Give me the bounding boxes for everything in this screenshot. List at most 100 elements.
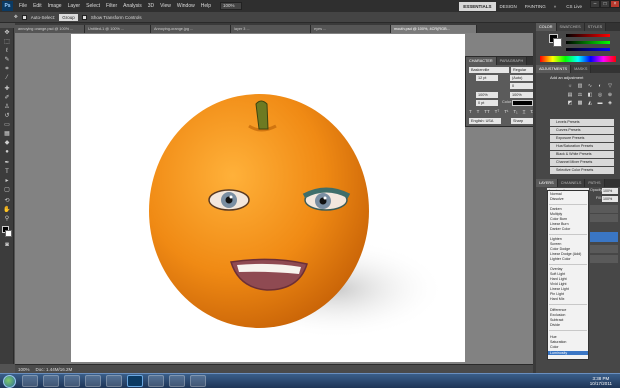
blend-lighten[interactable]: Lighten — [550, 237, 562, 241]
start-button[interactable] — [3, 374, 16, 388]
tab-color[interactable]: COLOR — [536, 23, 557, 31]
tab-character[interactable]: CHARACTER — [466, 57, 497, 65]
menu-edit[interactable]: Edit — [30, 3, 45, 9]
3d-rotate-tool-button[interactable]: ⟲ — [3, 198, 11, 205]
leading-field[interactable]: (Auto) — [510, 75, 533, 81]
eyedropper-tool-button[interactable]: ⁄ — [3, 75, 11, 82]
blend-color-burn[interactable]: Color Burn — [550, 217, 567, 221]
menu-file[interactable]: File — [16, 3, 30, 9]
layer-row[interactable] — [590, 205, 618, 213]
preset-hue-saturation[interactable]: Hue/Saturation Presets — [550, 143, 614, 150]
invert-icon[interactable]: ◩ — [566, 100, 574, 107]
horizontal-scale-field[interactable]: 100% — [510, 92, 533, 98]
tab-swatches[interactable]: SWATCHES — [556, 23, 585, 31]
taskbar-app-icon[interactable] — [190, 375, 206, 387]
adjustment-icons-grid[interactable]: ☼ ▥ ∿ ◐ ▽ ▤ ⚖ ◧ ◎ ⊕ ◩ ▩ ◭ ▬ ◈ — [566, 83, 614, 107]
tab-styles[interactable]: STYLES — [584, 23, 607, 31]
taskbar-explorer-icon[interactable] — [22, 375, 38, 387]
gradient-tool-button[interactable]: ▦ — [3, 131, 11, 138]
text-color-swatch[interactable] — [512, 100, 533, 106]
tab-layers[interactable]: LAYERS — [536, 179, 558, 187]
font-family-select[interactable]: Baskerville — [469, 67, 509, 73]
blend-difference[interactable]: Difference — [550, 308, 566, 312]
close-icon[interactable]: × — [610, 0, 620, 8]
brush-tool-button[interactable]: ✐ — [3, 95, 11, 102]
tab-channels[interactable]: CHANNELS — [557, 179, 586, 187]
shape-tool-button[interactable]: ▢ — [3, 187, 11, 194]
tracking-field[interactable]: 0 — [510, 83, 533, 89]
tab-paths[interactable]: PATHS — [585, 179, 605, 187]
blur-tool-button[interactable]: ◆ — [3, 140, 11, 147]
menu-help[interactable]: Help — [198, 3, 214, 9]
history-brush-tool-button[interactable]: ↺ — [3, 113, 11, 120]
preset-curves[interactable]: Curves Presets — [550, 127, 614, 134]
taskbar-app-icon[interactable] — [148, 375, 164, 387]
menu-3d[interactable]: 3D — [145, 3, 157, 9]
lasso-tool-button[interactable]: ℓ — [3, 48, 11, 55]
maximize-icon[interactable]: □ — [600, 0, 610, 8]
zoom-tool-button[interactable]: ⚲ — [3, 216, 11, 223]
menu-window[interactable]: Window — [174, 3, 198, 9]
quick-select-tool-button[interactable]: ✎ — [3, 57, 11, 64]
font-size-field[interactable]: 12 pt — [476, 75, 498, 81]
blend-exclusion[interactable]: Exclusion — [550, 313, 565, 317]
tab-layer-3[interactable]: layer 3 ... — [231, 25, 311, 33]
taskbar-ie-icon[interactable] — [43, 375, 59, 387]
posterize-icon[interactable]: ▩ — [576, 100, 584, 107]
tab-annoying-orange[interactable]: annoying orange.psd @ 100% ... — [15, 25, 85, 33]
green-slider[interactable] — [566, 41, 610, 44]
channel-mixer-icon[interactable]: ⊕ — [606, 92, 614, 99]
blend-soft-light[interactable]: Soft Light — [550, 272, 565, 276]
vibrance-icon[interactable]: ▽ — [606, 83, 614, 90]
path-select-tool-button[interactable]: ▸ — [3, 178, 11, 185]
background-color-swatch[interactable] — [5, 230, 12, 237]
blend-saturation[interactable]: Saturation — [550, 340, 566, 344]
marquee-tool-button[interactable]: ⬚ — [3, 39, 11, 46]
blend-screen[interactable]: Screen — [550, 242, 561, 246]
blend-divide[interactable]: Divide — [550, 323, 560, 327]
crop-tool-button[interactable]: ⌗ — [3, 66, 11, 73]
blend-darken[interactable]: Darken — [550, 207, 562, 211]
preset-levels[interactable]: Levels Presets — [550, 119, 614, 126]
curves-icon[interactable]: ∿ — [586, 83, 594, 90]
system-clock[interactable]: 3:38 PM 10/17/2011 — [590, 376, 612, 386]
blend-linear-light[interactable]: Linear Light — [550, 287, 569, 291]
menu-filter[interactable]: Filter — [103, 3, 120, 9]
color-balance-icon[interactable]: ⚖ — [576, 92, 584, 99]
tab-masks[interactable]: MASKS — [571, 65, 592, 73]
preset-black-white[interactable]: Black & White Presets — [550, 151, 614, 158]
hand-tool-button[interactable]: ✋ — [3, 207, 11, 214]
workspace-essentials[interactable]: ESSENTIALS — [459, 1, 496, 11]
layer-row[interactable] — [590, 245, 618, 253]
hue-sat-icon[interactable]: ▤ — [566, 92, 574, 99]
layer-row[interactable] — [590, 214, 618, 222]
selective-color-icon[interactable]: ◈ — [606, 100, 614, 107]
taskbar-app-icon[interactable] — [169, 375, 185, 387]
menu-select[interactable]: Select — [83, 3, 103, 9]
preset-selective-color[interactable]: Selective Color Presets — [550, 167, 614, 174]
blend-hue[interactable]: Hue — [550, 335, 557, 339]
tab-paragraph[interactable]: PARAGRAPH — [496, 57, 528, 65]
workspace-design[interactable]: DESIGN — [496, 2, 521, 11]
language-select[interactable]: English: USA — [469, 118, 501, 124]
menu-analysis[interactable]: Analysis — [120, 3, 145, 9]
workspace-painting[interactable]: PAINTING — [521, 2, 550, 11]
preset-channel-mixer[interactable]: Channel Mixer Presets — [550, 159, 614, 166]
auto-select-dropdown[interactable]: Group — [59, 13, 78, 21]
layer-row[interactable] — [590, 255, 618, 263]
text-style-buttons[interactable]: T T TT Tᵀ T¹ T₁ T̲ T̶ — [469, 109, 533, 116]
photo-filter-icon[interactable]: ◎ — [596, 92, 604, 99]
menu-image[interactable]: Image — [45, 3, 65, 9]
quick-mask-button[interactable]: ◙ — [3, 242, 11, 249]
blend-vivid-light[interactable]: Vivid Light — [550, 282, 567, 286]
blend-luminosity[interactable]: Luminosity — [548, 351, 588, 355]
blend-dissolve[interactable]: Dissolve — [550, 197, 564, 201]
blend-darker-color[interactable]: Darker Color — [550, 227, 570, 231]
exposure-icon[interactable]: ◐ — [596, 83, 604, 90]
menu-view[interactable]: View — [157, 3, 174, 9]
minimize-icon[interactable]: – — [590, 0, 600, 8]
levels-icon[interactable]: ▥ — [576, 83, 584, 90]
taskbar-chrome-icon[interactable] — [85, 375, 101, 387]
image-canvas[interactable] — [71, 34, 465, 362]
blend-hard-mix[interactable]: Hard Mix — [550, 297, 564, 301]
